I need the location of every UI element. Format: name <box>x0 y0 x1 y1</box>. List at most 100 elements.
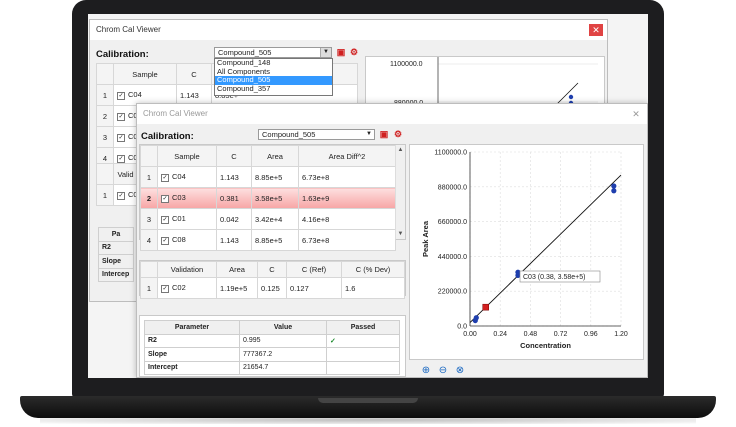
data-point <box>473 315 479 321</box>
y-tick-label: 880000.0 <box>438 184 467 191</box>
settings-icon[interactable]: ⚙ <box>349 47 359 57</box>
back-compound-combo[interactable]: Compound_505 ▼ <box>214 47 332 58</box>
table-row: Slope 777367.2 <box>144 347 400 362</box>
col-val-cref: C (Ref) <box>286 261 342 278</box>
back-combo-value: Compound_505 <box>218 48 272 57</box>
x-axis-label: Concentration <box>520 341 571 350</box>
y-tick-label: 0.0 <box>457 324 467 331</box>
checkbox[interactable]: ✓ <box>117 133 125 142</box>
passed-cell <box>326 347 400 362</box>
validation-panel: Validation Area C C (Ref) C (% Dev) 1 ✓ C… <box>139 260 406 299</box>
front-window: Chrom Cal Viewer ✕ Calibration: Compound… <box>136 103 648 378</box>
calibration-chart[interactable]: 0.00 0.24 0.48 0.72 0.96 1.20 0.0 220000.0 44000… <box>410 145 643 359</box>
sample-cell[interactable]: ✓C02 <box>113 184 138 206</box>
c-cell: 1.143 <box>216 166 252 188</box>
back-calibration-label: Calibration: <box>96 49 149 60</box>
checkbox[interactable]: ✓ <box>161 194 169 203</box>
sample-cell[interactable]: ✓ C08 <box>157 229 217 251</box>
front-compound-combo[interactable]: Compound_505 ▼ <box>258 129 375 140</box>
checkbox[interactable]: ✓ <box>117 154 125 163</box>
back-corner-header <box>96 63 114 85</box>
front-calibration-label: Calibration: <box>141 131 194 142</box>
settings-icon[interactable]: ⚙ <box>393 129 403 139</box>
col-val-c: C <box>257 261 287 278</box>
val-cref-cell: 0.127 <box>286 277 342 299</box>
area-cell: 8.85e+5 <box>251 166 299 188</box>
selected-point <box>482 303 489 311</box>
checkbox[interactable]: ✓ <box>117 91 125 100</box>
validation-corner <box>140 261 158 278</box>
checkbox[interactable]: ✓ <box>161 173 169 182</box>
front-combo-value: Compound_505 <box>262 130 316 139</box>
c-cell: 0.042 <box>216 208 252 230</box>
sample-label: C01 <box>172 214 186 224</box>
col-parameter: Parameter <box>144 320 240 335</box>
table-row[interactable]: 1 ✓ C02 1.19e+5 0.125 0.127 1.6 <box>140 277 405 299</box>
col-sample: Sample <box>157 145 217 167</box>
col-area: Area <box>251 145 299 167</box>
row-number: 1 <box>140 166 158 188</box>
c-cell: 1.143 <box>216 229 252 251</box>
val-dev-cell: 1.6 <box>341 277 405 299</box>
sample-cell[interactable]: ✓ C03 <box>157 187 217 209</box>
param-name: Slope <box>98 254 134 269</box>
zoom-in-icon[interactable]: ⊕ <box>420 365 432 377</box>
param-value: 0.995 <box>239 333 327 348</box>
scroll-up-icon[interactable]: ▲ <box>396 147 405 153</box>
fit-line <box>469 174 622 323</box>
back-window-title: Chrom Cal Viewer <box>96 25 161 34</box>
samples-scrollbar[interactable]: ▲ ▼ <box>395 145 405 239</box>
row-number: 1 <box>96 184 114 206</box>
param-value: 777367.2 <box>239 347 327 362</box>
col-validation: Validation <box>157 261 217 278</box>
row-number: 1 <box>96 84 114 106</box>
back-validation-table: Valid 1 ✓C02 <box>96 163 138 206</box>
table-row[interactable]: 1 ✓ C04 1.143 8.85e+5 6.73e+8 <box>140 166 396 188</box>
back-close-button[interactable]: ✕ <box>589 24 603 36</box>
save-icon[interactable]: ▣ <box>379 129 389 139</box>
table-row-selected[interactable]: 2 ✓ C03 0.381 3.58e+5 1.63e+9 <box>140 187 396 209</box>
compound-dropdown[interactable]: Compound_148 All Components Compound_505… <box>214 58 333 96</box>
back-col-sample: Sample <box>113 63 177 85</box>
scroll-down-icon[interactable]: ▼ <box>396 231 405 237</box>
checkbox[interactable]: ✓ <box>117 112 125 121</box>
area-cell: 3.42e+4 <box>251 208 299 230</box>
param-name: Intercept <box>144 360 240 375</box>
validation-table: Validation Area C C (Ref) C (% Dev) 1 ✓ C… <box>140 261 405 299</box>
zoom-fit-icon[interactable]: ⊗ <box>454 365 466 377</box>
table-row[interactable]: 3 ✓ C01 0.042 3.42e+4 4.16e+8 <box>140 208 396 230</box>
checkbox[interactable]: ✓ <box>161 236 169 245</box>
chevron-down-icon[interactable]: ▼ <box>320 48 331 57</box>
table-row[interactable]: 4 ✓ C08 1.143 8.85e+5 6.73e+8 <box>140 229 396 251</box>
area-diff-cell: 4.16e+8 <box>298 208 396 230</box>
zoom-out-icon[interactable]: ⊖ <box>437 365 449 377</box>
save-icon[interactable]: ▣ <box>336 47 346 57</box>
param-name: R2 <box>144 333 240 348</box>
checkbox[interactable]: ✓ <box>161 284 169 293</box>
chevron-down-icon[interactable]: ▼ <box>364 130 374 139</box>
x-tick-label: 0.72 <box>554 331 568 338</box>
sample-cell[interactable]: ✓ C04 <box>157 166 217 188</box>
samples-table: Sample C Area Area Diff^2 1 ✓ C04 1.143 8… <box>140 145 396 251</box>
checkbox[interactable]: ✓ <box>161 215 169 224</box>
sample-cell[interactable]: ✓ C01 <box>157 208 217 230</box>
col-value: Value <box>239 320 327 335</box>
col-area-diff: Area Diff^2 <box>298 145 396 167</box>
x-tick-label: 0.24 <box>493 331 507 338</box>
laptop-notch <box>318 398 418 403</box>
col-val-dev: C (% Dev) <box>341 261 405 278</box>
checkbox[interactable]: ✓ <box>117 191 125 200</box>
row-number: 3 <box>140 208 158 230</box>
sample-label: C04 <box>172 172 186 182</box>
back-col-c: C <box>176 63 212 85</box>
table-row[interactable]: 1 ✓C02 <box>96 184 138 206</box>
row-number: 4 <box>140 229 158 251</box>
sample-label: C02 <box>172 283 186 293</box>
laptop-shadow <box>40 416 696 424</box>
front-window-title: Chrom Cal Viewer <box>143 109 208 118</box>
front-close-button[interactable]: ✕ <box>629 108 643 120</box>
laptop-screen: Chrom Cal Viewer ✕ Calibration: Compound… <box>88 14 648 378</box>
sample-label: C04 <box>128 90 142 100</box>
dropdown-item[interactable]: Compound_357 <box>215 84 332 94</box>
sample-cell[interactable]: ✓C02 <box>157 277 217 299</box>
